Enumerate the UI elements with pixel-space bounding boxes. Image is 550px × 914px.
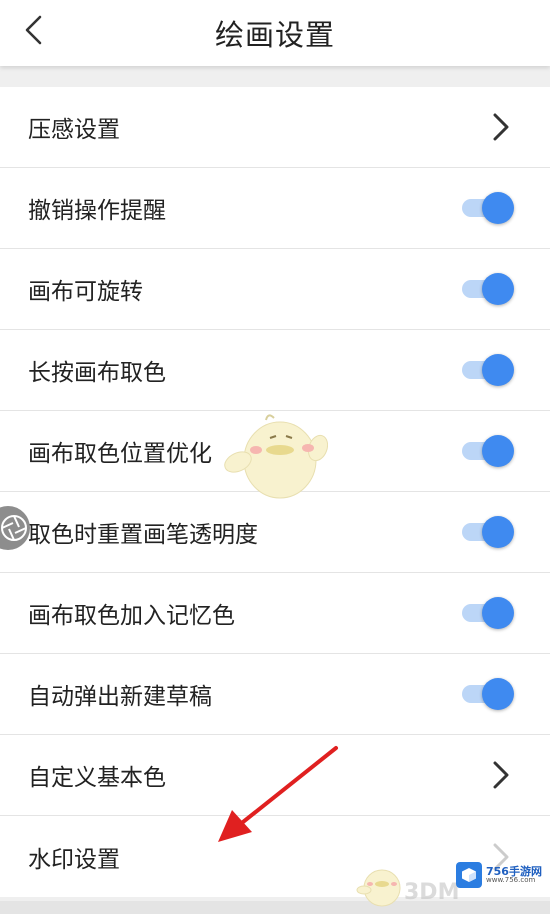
- mascot-image: [224, 414, 328, 499]
- app-header: 绘画设置: [0, 0, 550, 66]
- cube-logo-icon: [456, 862, 482, 888]
- chevron-right-icon: [488, 112, 514, 142]
- canvas-rotate-toggle[interactable]: [462, 273, 514, 305]
- setting-row-long-press-pick: 长按画布取色: [0, 330, 550, 411]
- setting-label: 自定义基本色: [28, 765, 166, 791]
- setting-label: 画布取色加入记忆色: [28, 603, 235, 629]
- pick-position-toggle[interactable]: [462, 435, 514, 467]
- setting-row-pressure[interactable]: 压感设置: [0, 87, 550, 168]
- setting-label: 压感设置: [28, 117, 120, 143]
- aperture-icon: [1, 515, 27, 541]
- setting-row-undo-reminder: 撤销操作提醒: [0, 168, 550, 249]
- mascot-small-image: [356, 869, 401, 907]
- chevron-right-icon: [488, 760, 514, 790]
- setting-label: 自动弹出新建草稿: [28, 684, 212, 710]
- auto-draft-toggle[interactable]: [462, 678, 514, 710]
- setting-row-auto-draft: 自动弹出新建草稿: [0, 654, 550, 735]
- setting-label: 画布可旋转: [28, 279, 143, 305]
- setting-row-custom-colors[interactable]: 自定义基本色: [0, 735, 550, 816]
- setting-label: 撤销操作提醒: [28, 198, 166, 224]
- setting-label: 取色时重置画笔透明度: [28, 522, 258, 548]
- setting-row-memory-color: 画布取色加入记忆色: [0, 573, 550, 654]
- memory-color-toggle[interactable]: [462, 597, 514, 629]
- page-title: 绘画设置: [214, 18, 335, 52]
- setting-label: 长按画布取色: [28, 360, 166, 386]
- bottom-divider: [0, 901, 550, 914]
- setting-label: 画布取色位置优化: [28, 441, 212, 467]
- watermark-site-url: www.756.com: [486, 876, 536, 884]
- site-watermark: 756手游网 www.756.com: [456, 862, 542, 888]
- brand-watermark: 3DM: [404, 880, 460, 905]
- setting-row-canvas-rotate: 画布可旋转: [0, 249, 550, 330]
- long-press-pick-toggle[interactable]: [462, 354, 514, 386]
- reset-opacity-toggle[interactable]: [462, 516, 514, 548]
- setting-row-reset-opacity: 取色时重置画笔透明度: [0, 492, 550, 573]
- undo-reminder-toggle[interactable]: [462, 192, 514, 224]
- setting-label: 水印设置: [28, 846, 120, 873]
